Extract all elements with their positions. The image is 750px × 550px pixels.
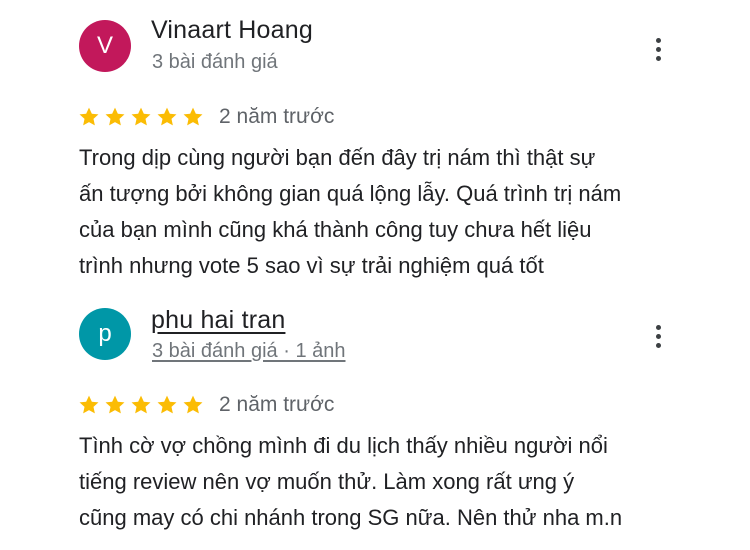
review-text-line: Tình cờ vợ chồng mình đi du lịch thấy nh… [79, 433, 608, 458]
review-time: 2 năm trước [219, 393, 335, 416]
review-text-line: cũng may có chi nhánh trong SG nữa. Nên … [79, 505, 623, 530]
star-icon [157, 107, 177, 126]
star-rating [78, 106, 204, 128]
star-icon [105, 395, 125, 414]
reviewer-name-link[interactable]: phu hai tran [151, 306, 285, 335]
review-text: Tình cờ vợ chồng mình đi du lịch thấy nh… [79, 428, 699, 536]
review-text-line: tiếng review nên vợ muốn thử. Làm xong r… [79, 469, 575, 494]
more-options-button[interactable] [644, 319, 672, 353]
avatar-letter: p [98, 320, 112, 347]
rating-row: 2 năm trước [78, 102, 334, 132]
more-options-button[interactable] [644, 32, 672, 66]
star-icon [183, 395, 203, 414]
review-time: 2 năm trước [219, 105, 335, 128]
star-icon [157, 395, 177, 414]
star-icon [131, 395, 151, 414]
review-text-line: của bạn mình cũng khá thành công tuy chư… [79, 217, 592, 242]
review-text-line: trình nhưng vote 5 sao vì sự trải nghiệm… [79, 253, 544, 278]
more-vert-icon [655, 37, 661, 43]
rating-row: 2 năm trước [78, 390, 334, 420]
star-icon [131, 107, 151, 126]
reviewer-meta[interactable]: 3 bài đánh giá [152, 51, 278, 74]
reviewer-meta-link[interactable]: 3 bài đánh giá · 1 ảnh [152, 340, 346, 363]
review-text: Trong dịp cùng người bạn đến đây trị nám… [79, 140, 699, 284]
more-vert-icon-dot [655, 46, 661, 52]
more-vert-icon-dot [655, 333, 661, 339]
star-rating [78, 394, 204, 416]
avatar-letter: V [96, 32, 113, 59]
star-icon [79, 107, 99, 126]
more-vert-icon [655, 324, 661, 330]
avatar[interactable]: p [79, 308, 131, 360]
star-icon [79, 395, 99, 414]
reviewer-name[interactable]: Vinaart Hoang [151, 16, 313, 45]
star-icon [183, 107, 203, 126]
avatar[interactable]: V [79, 20, 131, 72]
more-vert-icon-dot [655, 55, 661, 61]
star-icon [105, 107, 125, 126]
more-vert-icon-dot [655, 342, 661, 348]
review-text-line: ấn tượng bởi không gian quá lộng lẫy. Qu… [79, 181, 622, 206]
review-text-line: Trong dịp cùng người bạn đến đây trị nám… [79, 145, 596, 170]
